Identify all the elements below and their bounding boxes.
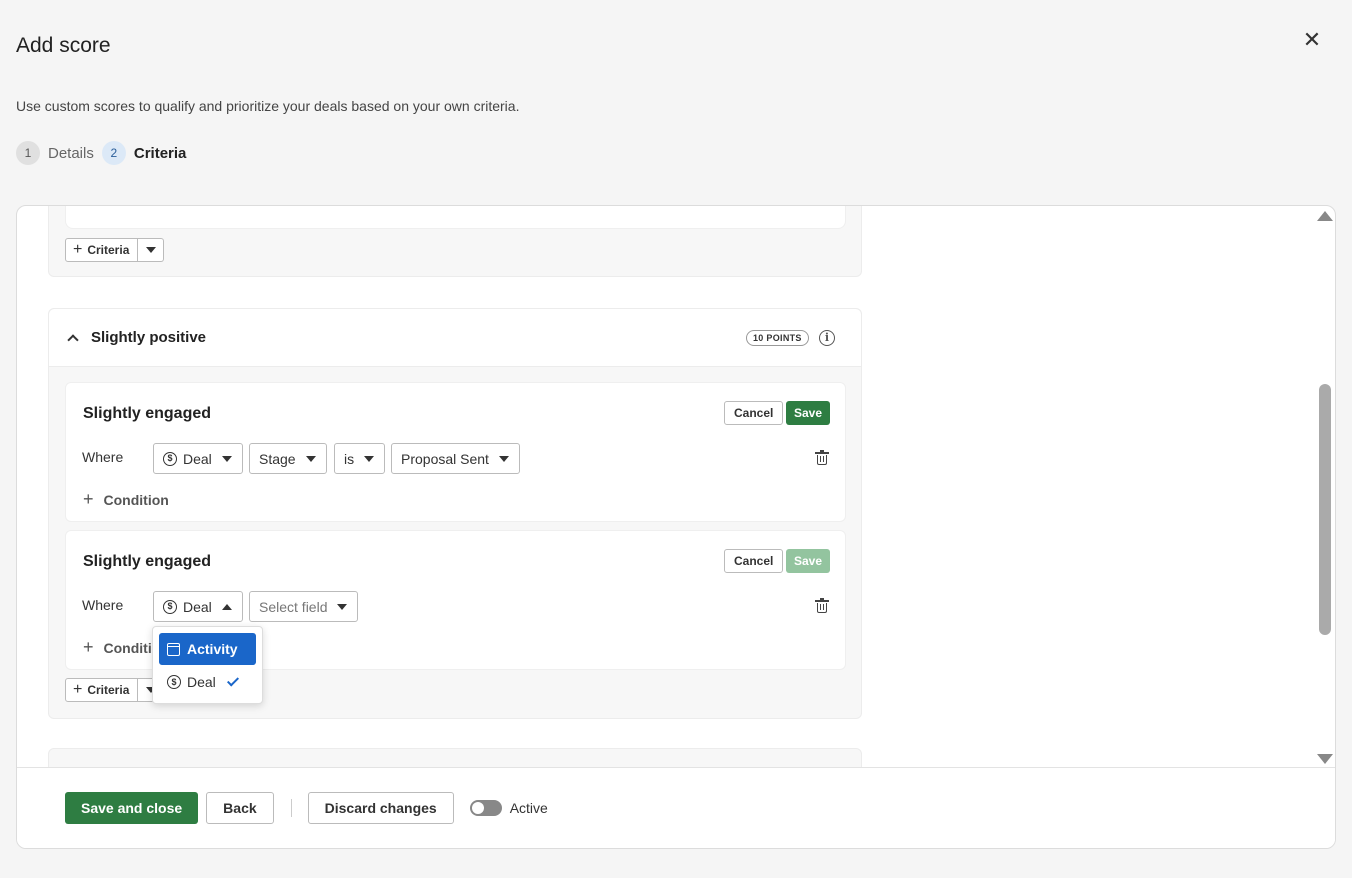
page-subtitle: Use custom scores to qualify and priorit… <box>16 98 520 114</box>
points-badge: 10 POINTS <box>746 330 809 346</box>
step-2-number[interactable]: 2 <box>101 141 126 165</box>
trash-icon[interactable] <box>815 450 829 465</box>
discard-changes-button[interactable]: Discard changes <box>307 792 454 824</box>
operator-select[interactable]: is <box>334 443 386 474</box>
page-title: Add score <box>16 34 111 57</box>
cancel-button[interactable]: Cancel <box>724 549 784 573</box>
step-2-label[interactable]: Criteria <box>134 145 187 162</box>
where-label: Where <box>82 597 124 613</box>
plus-icon: + <box>73 241 83 258</box>
active-toggle-label: Active <box>509 800 548 816</box>
add-condition-label: Condition <box>103 491 169 508</box>
caret-down-icon <box>498 455 509 462</box>
caret-down-icon <box>305 455 316 462</box>
rule-card-stub <box>65 206 846 229</box>
field-select[interactable]: Select field <box>249 591 359 622</box>
plus-icon: + <box>83 637 94 657</box>
dropdown-option-activity[interactable]: Activity <box>159 633 256 665</box>
dollar-icon: $ <box>167 675 181 689</box>
stepper: 1 Details 2 Criteria <box>16 141 194 165</box>
entity-select-value: Deal <box>183 598 212 615</box>
add-condition-button[interactable]: + Condition <box>83 489 169 510</box>
back-button[interactable]: Back <box>206 792 274 824</box>
scroll-down-arrow[interactable] <box>1317 754 1333 764</box>
chevron-up-icon[interactable] <box>67 333 79 346</box>
add-condition-label: Conditi <box>103 639 152 656</box>
plus-icon: + <box>83 489 94 509</box>
footer-bar: Save and close Back Discard changes Acti… <box>17 767 1335 848</box>
operator-select-value: is <box>344 450 355 467</box>
scrollbar-thumb[interactable] <box>1319 384 1331 635</box>
value-select-value: Proposal Sent <box>401 450 489 467</box>
field-select[interactable]: Stage <box>249 443 327 474</box>
close-icon[interactable]: ✕ <box>1300 28 1324 52</box>
checkmark-icon <box>226 673 239 687</box>
caret-down-icon <box>364 455 375 462</box>
caret-down-icon <box>337 603 348 610</box>
scroll-up-arrow[interactable] <box>1317 211 1333 221</box>
entity-select[interactable]: $ Deal <box>153 443 243 474</box>
save-button[interactable]: Save <box>786 549 831 573</box>
dollar-icon: $ <box>163 451 177 466</box>
add-criteria-label: Criteria <box>87 683 130 697</box>
rule-title: Slightly engaged <box>83 405 212 422</box>
add-criteria-button[interactable]: + Criteria <box>65 678 139 702</box>
criteria-panel: + Criteria Slightly positive 10 POINTS i… <box>16 205 1336 849</box>
where-label: Where <box>82 449 124 465</box>
active-toggle[interactable] <box>469 800 502 816</box>
add-condition-button[interactable]: + Conditi <box>83 637 152 658</box>
info-icon[interactable]: i <box>819 330 835 346</box>
calendar-icon <box>167 642 180 656</box>
cancel-button[interactable]: Cancel <box>724 401 784 425</box>
add-criteria-button[interactable]: + Criteria <box>65 238 139 262</box>
entity-select-value: Deal <box>183 450 212 467</box>
add-criteria-label: Criteria <box>87 243 130 257</box>
save-and-close-button[interactable]: Save and close <box>65 792 199 824</box>
field-select-placeholder: Select field <box>259 598 328 615</box>
caret-down-icon <box>145 247 156 253</box>
entity-dropdown-menu: Activity $ Deal <box>152 626 263 704</box>
dropdown-option-label: Activity <box>187 641 238 657</box>
entity-select[interactable]: $ Deal <box>153 591 243 622</box>
dropdown-option-label: Deal <box>187 674 216 690</box>
value-select[interactable]: Proposal Sent <box>391 443 520 474</box>
field-select-value: Stage <box>259 450 296 467</box>
dropdown-option-deal[interactable]: $ Deal <box>159 666 256 698</box>
criteria-scroll-area[interactable]: + Criteria Slightly positive 10 POINTS i… <box>17 206 1335 769</box>
step-1-label[interactable]: Details <box>48 145 94 162</box>
group-header[interactable]: Slightly positive 10 POINTS i <box>49 309 861 367</box>
caret-down-icon <box>221 455 232 462</box>
add-criteria-dropdown-toggle[interactable] <box>138 238 165 262</box>
step-1-number[interactable]: 1 <box>16 141 40 165</box>
plus-icon: + <box>73 681 83 698</box>
add-criteria-split-button: + Criteria <box>65 238 165 262</box>
save-button[interactable]: Save <box>786 401 831 425</box>
rule-title: Slightly engaged <box>83 553 212 570</box>
criteria-group-previous: + Criteria <box>48 206 862 277</box>
rule-card: Slightly engaged Cancel Save Where $ Dea… <box>65 382 846 522</box>
add-criteria-split-button: + Criteria <box>65 678 165 702</box>
dollar-icon: $ <box>163 599 177 614</box>
criteria-group-next <box>48 748 862 769</box>
caret-up-icon <box>221 603 232 610</box>
group-title: Slightly positive <box>91 329 207 346</box>
trash-icon[interactable] <box>815 598 829 613</box>
footer-divider <box>290 799 292 817</box>
